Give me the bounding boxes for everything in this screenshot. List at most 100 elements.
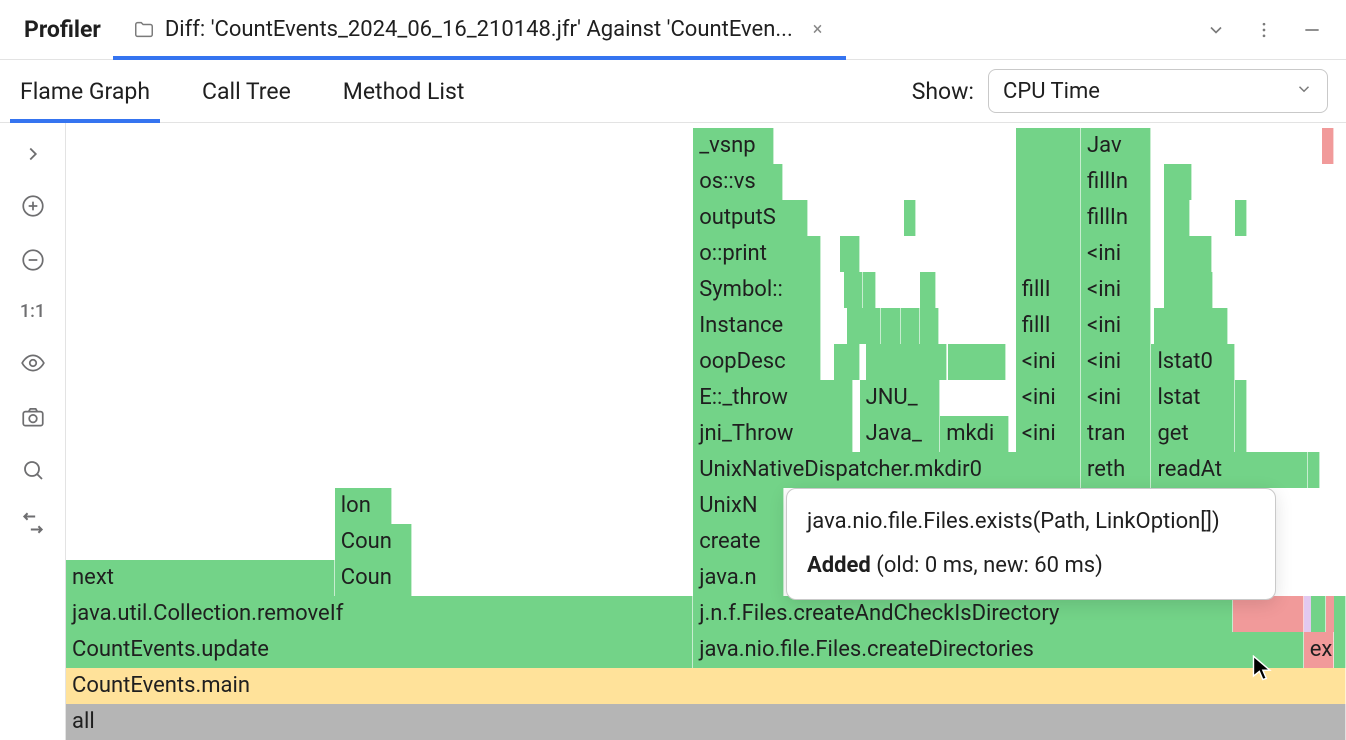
tooltip-detail: (old: 0 ms, new: 60 ms) bbox=[871, 553, 1103, 578]
flame-frame[interactable]: fillI bbox=[1016, 272, 1081, 308]
tab-flame-graph[interactable]: Flame Graph bbox=[18, 60, 152, 122]
flame-frame[interactable]: UnixN bbox=[693, 488, 784, 524]
flame-frame[interactable]: Symbol:: bbox=[693, 272, 821, 308]
flame-frame[interactable] bbox=[1164, 308, 1228, 344]
flame-frame[interactable]: Instance bbox=[693, 308, 821, 344]
flame-frame[interactable]: fillIn bbox=[1081, 164, 1151, 200]
tab-method-list[interactable]: Method List bbox=[341, 60, 467, 122]
flame-frame[interactable]: exi bbox=[1304, 632, 1335, 668]
flame-frame[interactable]: o::print bbox=[693, 236, 821, 272]
flame-frame[interactable] bbox=[1334, 596, 1346, 632]
flame-frame[interactable]: lstat0 bbox=[1151, 344, 1234, 380]
flame-frame[interactable]: <ini bbox=[1081, 380, 1151, 416]
flame-frame[interactable] bbox=[866, 344, 947, 380]
zoom-out-icon[interactable] bbox=[20, 247, 46, 273]
flame-frame[interactable] bbox=[1311, 596, 1325, 632]
flame-frame[interactable]: <ini bbox=[1081, 236, 1151, 272]
flame-frame[interactable]: reth bbox=[1081, 452, 1151, 488]
flame-frame[interactable]: j.n.f.Files.createAndCheckIsDirectory bbox=[693, 596, 1233, 632]
flame-frame[interactable] bbox=[1233, 596, 1303, 632]
flame-frame[interactable]: <ini bbox=[1081, 272, 1151, 308]
flame-frame[interactable] bbox=[920, 308, 939, 344]
search-icon[interactable] bbox=[21, 458, 45, 482]
flame-frame[interactable]: fillI bbox=[1016, 308, 1081, 344]
flame-frame[interactable] bbox=[920, 272, 937, 308]
camera-icon[interactable] bbox=[20, 404, 46, 430]
flame-frame[interactable]: _vsnp bbox=[693, 128, 774, 164]
expand-icon[interactable] bbox=[22, 143, 44, 165]
folder-icon bbox=[133, 19, 155, 41]
flame-frame[interactable] bbox=[1016, 164, 1081, 200]
flame-frame[interactable]: os::vs bbox=[693, 164, 783, 200]
flame-frame[interactable] bbox=[907, 308, 920, 344]
flame-frame[interactable]: outputS bbox=[693, 200, 808, 236]
flame-frame[interactable]: Coun bbox=[335, 524, 412, 560]
dropdown-value: CPU Time bbox=[1003, 79, 1100, 104]
flame-frame[interactable] bbox=[904, 200, 916, 236]
flame-frame[interactable] bbox=[1164, 164, 1192, 200]
flame-frame[interactable] bbox=[1235, 380, 1247, 416]
flame-frame[interactable] bbox=[948, 344, 1006, 380]
file-tab[interactable]: Diff: 'CountEvents_2024_06_16_210148.jfr… bbox=[125, 0, 835, 59]
flame-frame[interactable] bbox=[1334, 632, 1346, 668]
close-tab-button[interactable]: × bbox=[809, 17, 827, 42]
flame-frame[interactable] bbox=[1164, 236, 1211, 272]
flame-frame[interactable]: UnixNativeDispatcher.mkdir0 bbox=[693, 452, 1081, 488]
flame-frame[interactable] bbox=[1016, 236, 1081, 272]
flame-frame[interactable]: java.n bbox=[693, 560, 784, 596]
tooltip-method: java.nio.file.Files.exists(Path, LinkOpt… bbox=[807, 505, 1255, 539]
flame-frame[interactable]: CountEvents.update bbox=[66, 632, 693, 668]
flame-frame[interactable]: tran bbox=[1081, 416, 1151, 452]
flame-frame[interactable]: lstat bbox=[1151, 380, 1234, 416]
chevron-down-icon[interactable] bbox=[1206, 20, 1226, 40]
flame-frame[interactable]: E::_throw bbox=[693, 380, 853, 416]
flame-frame[interactable]: java.nio.file.Files.createDirectories bbox=[693, 632, 1304, 668]
tab-call-tree[interactable]: Call Tree bbox=[200, 60, 293, 122]
flame-frame[interactable]: Jav bbox=[1081, 128, 1151, 164]
zoom-in-icon[interactable] bbox=[20, 193, 46, 219]
flame-frame[interactable]: <ini bbox=[1016, 380, 1081, 416]
flame-frame[interactable] bbox=[1016, 200, 1081, 236]
more-options-icon[interactable] bbox=[1254, 20, 1274, 40]
minimize-icon[interactable] bbox=[1302, 20, 1322, 40]
flame-frame[interactable]: oopDesc bbox=[693, 344, 821, 380]
reset-zoom-button[interactable]: 1:1 bbox=[20, 301, 45, 322]
flame-frame[interactable] bbox=[1322, 128, 1334, 164]
flame-frame[interactable]: CountEvents.main bbox=[66, 668, 1346, 704]
flame-frame[interactable]: create bbox=[693, 524, 784, 560]
flame-frame[interactable]: mkdi bbox=[940, 416, 1009, 452]
flame-frame[interactable]: jni_Throw bbox=[693, 416, 853, 452]
flame-frame[interactable]: get bbox=[1151, 416, 1234, 452]
flame-frame[interactable]: <ini bbox=[1081, 344, 1151, 380]
metric-dropdown[interactable]: CPU Time bbox=[988, 69, 1328, 113]
flame-frame[interactable] bbox=[863, 272, 876, 308]
flame-frame[interactable] bbox=[1164, 272, 1213, 308]
flame-frame[interactable]: JNU_ bbox=[860, 380, 941, 416]
view-tabs-bar: Flame Graph Call Tree Method List Show: … bbox=[0, 60, 1346, 123]
flame-graph-canvas[interactable]: java.nio.file.Files.exists(Path, LinkOpt… bbox=[66, 123, 1346, 740]
flame-frame[interactable]: Coun bbox=[335, 560, 412, 596]
flame-frame[interactable] bbox=[888, 308, 901, 344]
flame-frame[interactable]: java.util.Collection.removeIf bbox=[66, 596, 693, 632]
flame-frame[interactable] bbox=[840, 236, 859, 272]
flame-frame[interactable]: fillIn bbox=[1081, 200, 1151, 236]
flame-frame[interactable]: lon bbox=[335, 488, 393, 524]
compare-icon[interactable] bbox=[20, 510, 46, 536]
flame-frame[interactable] bbox=[1016, 128, 1081, 164]
flame-frame[interactable] bbox=[1235, 416, 1247, 452]
flame-frame[interactable]: all bbox=[66, 704, 1346, 740]
flame-frame[interactable] bbox=[844, 272, 863, 308]
flame-frame[interactable] bbox=[1235, 200, 1248, 236]
flame-frame[interactable] bbox=[834, 344, 860, 380]
eye-icon[interactable] bbox=[20, 350, 46, 376]
flame-frame[interactable]: next bbox=[66, 560, 335, 596]
flame-frame[interactable]: <ini bbox=[1016, 416, 1081, 452]
flame-frame[interactable]: Java_ bbox=[860, 416, 941, 452]
panel-title: Profiler bbox=[24, 16, 101, 43]
flame-frame[interactable]: readAt bbox=[1151, 452, 1307, 488]
flame-frame[interactable]: <ini bbox=[1016, 344, 1081, 380]
flame-frame[interactable]: <ini bbox=[1081, 308, 1151, 344]
flame-frame[interactable] bbox=[1308, 452, 1320, 488]
flame-frame[interactable] bbox=[847, 308, 882, 344]
flame-frame[interactable] bbox=[1164, 200, 1190, 236]
